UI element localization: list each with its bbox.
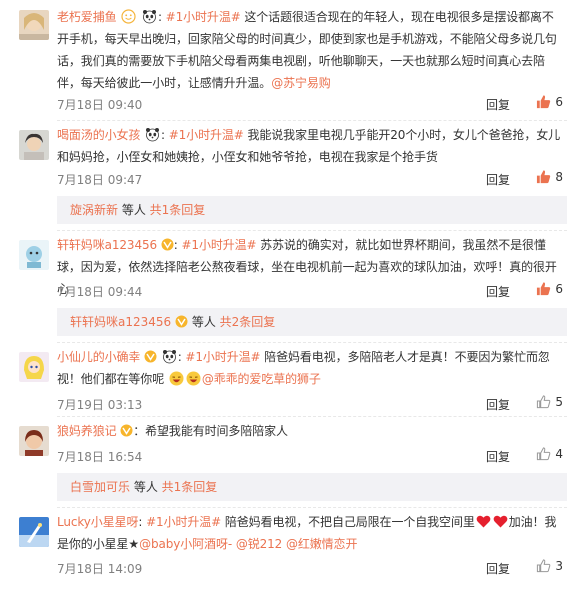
sub-reply-count[interactable]: 共1条回复 [162, 480, 218, 494]
divider [57, 342, 567, 343]
mention-link[interactable]: @红嫩情恋开 [286, 537, 358, 551]
hashtag-link[interactable]: #1小时升温# [169, 128, 244, 142]
vip-badge-icon [120, 424, 133, 437]
comment-text: 狼妈养狼记 ：希望我能有时间多陪陪家人 [57, 424, 288, 438]
thumbs-up-icon [537, 282, 551, 296]
mention-link[interactable]: @baby小阿酒呀- [139, 537, 232, 551]
laughing-face-icon [186, 371, 201, 386]
comment-author[interactable]: Lucky小星星呀 [57, 515, 139, 529]
comment-time: 7月18日 16:54 [57, 450, 143, 464]
sub-reply-author[interactable]: 白雪加可乐 [70, 480, 130, 494]
like-count: 6 [555, 282, 563, 296]
sub-replies[interactable]: 旋涡新新 等人 共1条回复 [57, 196, 567, 224]
comment-time: 7月18日 09:47 [57, 173, 143, 187]
like-count: 8 [555, 170, 563, 184]
like-button[interactable]: 4 [536, 446, 563, 461]
like-count: 5 [555, 395, 563, 409]
vip-badge-icon [175, 315, 188, 328]
like-button[interactable]: 6 [536, 281, 563, 296]
sub-replies[interactable]: 轩轩妈咪a123456 等人 共2条回复 [57, 308, 567, 336]
avatar[interactable] [19, 352, 49, 382]
divider [57, 507, 567, 508]
avatar[interactable] [19, 517, 49, 547]
comment-time: 7月18日 14:09 [57, 562, 143, 576]
smile-badge-icon [121, 9, 136, 24]
sub-reply-count[interactable]: 共1条回复 [150, 203, 206, 217]
hashtag-link[interactable]: #1小时升温# [185, 350, 260, 364]
avatar[interactable] [19, 426, 49, 456]
comment-feed: 老朽爱捕鱼 : #1小时升温# 这个话题很适合现在的年轻人，现在电视很多是摆设都… [0, 0, 580, 591]
like-count: 4 [555, 447, 563, 461]
hashtag-link[interactable]: #1小时升温# [146, 515, 221, 529]
avatar[interactable] [19, 240, 49, 270]
like-button[interactable]: 3 [536, 558, 563, 573]
reply-button[interactable]: 回复 [486, 96, 510, 113]
thumbs-up-icon [537, 170, 551, 184]
comment-text: 喝面汤的小女孩 : #1小时升温# 我能说我家里电视几乎能开20个小时，女儿个爸… [57, 128, 561, 164]
comment-time: 7月19日 03:13 [57, 398, 143, 412]
thumbs-up-icon [537, 95, 551, 109]
comment-author[interactable]: 喝面汤的小女孩 [57, 128, 140, 142]
reply-button[interactable]: 回复 [486, 448, 510, 465]
mention-link[interactable]: @锐212 [236, 537, 283, 551]
comment-time: 7月18日 09:40 [57, 98, 143, 112]
comment-author[interactable]: 小仙儿的小确幸 [57, 350, 140, 364]
vip-badge-icon [161, 238, 174, 251]
reply-button[interactable]: 回复 [486, 560, 510, 577]
divider [57, 230, 567, 231]
sub-reply-count[interactable]: 共2条回复 [220, 315, 276, 329]
divider [57, 120, 567, 121]
laughing-face-icon [169, 371, 184, 386]
hashtag-link[interactable]: #1小时升温# [181, 238, 256, 252]
panda-emoji-icon [142, 10, 156, 24]
panda-emoji-icon [162, 350, 176, 364]
divider [57, 416, 567, 417]
comment-author[interactable]: 老朽爱捕鱼 [57, 10, 117, 24]
sub-replies[interactable]: 白雪加可乐 等人 共1条回复 [57, 473, 567, 501]
comment-text: 小仙儿的小确幸 : #1小时升温# 陪爸妈看电视，多陪陪老人才是真！不要因为繁忙… [57, 350, 550, 386]
reply-button[interactable]: 回复 [486, 283, 510, 300]
red-heart-icon [476, 515, 491, 528]
sub-reply-author[interactable]: 旋涡新新 [70, 203, 118, 217]
avatar[interactable] [19, 130, 49, 160]
thumbs-up-icon [537, 395, 551, 409]
panda-emoji-icon [146, 128, 160, 142]
comment-time: 7月18日 09:44 [57, 285, 143, 299]
red-heart-icon [493, 515, 508, 528]
comment-author[interactable]: 狼妈养狼记 [57, 424, 117, 438]
like-button[interactable]: 5 [536, 394, 563, 409]
mention-link[interactable]: @乖乖的爱吃草的狮子 [202, 372, 321, 386]
thumbs-up-icon [537, 559, 551, 573]
like-button[interactable]: 6 [536, 94, 563, 109]
thumbs-up-icon [537, 447, 551, 461]
like-count: 3 [555, 559, 563, 573]
comment-text: Lucky小星星呀: #1小时升温# 陪爸妈看电视，不把自己局限在一个自我空间里… [57, 515, 557, 551]
comment-text: 老朽爱捕鱼 : #1小时升温# 这个话题很适合现在的年轻人，现在电视很多是摆设都… [57, 9, 557, 90]
avatar[interactable] [19, 10, 49, 40]
reply-button[interactable]: 回复 [486, 171, 510, 188]
mention-link[interactable]: @苏宁易购 [271, 76, 331, 90]
comment-author[interactable]: 轩轩妈咪a123456 [57, 238, 157, 252]
hashtag-link[interactable]: #1小时升温# [166, 10, 241, 24]
reply-button[interactable]: 回复 [486, 396, 510, 413]
like-count: 6 [555, 95, 563, 109]
vip-badge-icon [144, 350, 157, 363]
like-button[interactable]: 8 [536, 169, 563, 184]
sub-reply-author[interactable]: 轩轩妈咪a123456 [70, 315, 171, 329]
